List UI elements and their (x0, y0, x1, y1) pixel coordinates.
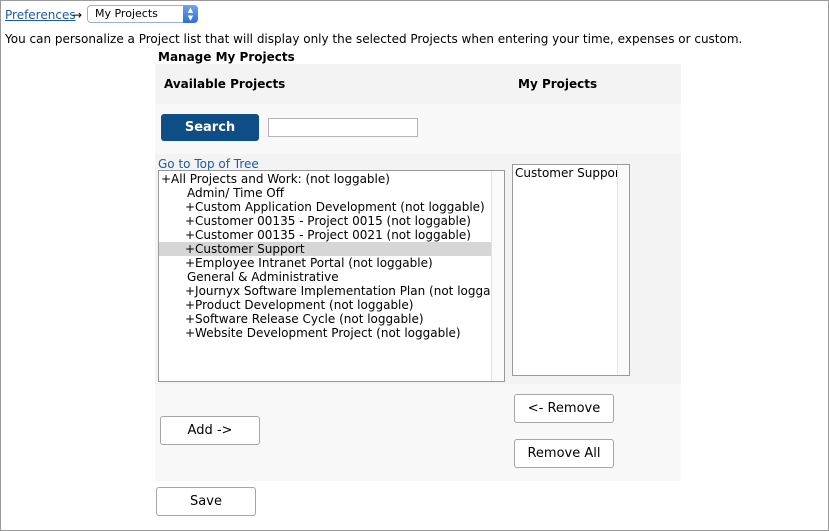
list-item[interactable]: +All Projects and Work: (not loggable) (159, 172, 494, 186)
list-item[interactable]: Customer Support (515, 166, 625, 180)
select-stepper-icon[interactable]: ▲ ▼ (183, 5, 198, 23)
list-item[interactable]: Admin/ Time Off (159, 186, 504, 200)
remove-button[interactable]: <- Remove (514, 394, 614, 423)
my-projects-scrollbar[interactable] (617, 165, 629, 375)
search-input[interactable] (268, 118, 418, 137)
remove-all-button[interactable]: Remove All (514, 439, 614, 468)
breadcrumb-preferences-link[interactable]: Preferences (5, 8, 76, 22)
list-item[interactable]: +Product Development (not loggable) (159, 298, 504, 312)
list-item[interactable]: +Employee Intranet Portal (not loggable) (159, 256, 504, 270)
list-item[interactable]: +Journyx Software Implementation Plan (n… (159, 284, 504, 298)
available-list-scrollbar[interactable] (491, 171, 504, 381)
search-button[interactable]: Search (161, 114, 259, 141)
save-button[interactable]: Save (156, 487, 256, 516)
available-projects-list[interactable]: +All Projects and Work: (not loggable) A… (158, 170, 505, 382)
list-item[interactable]: +Website Development Project (not loggab… (159, 326, 504, 340)
my-projects-header: My Projects (518, 77, 598, 91)
intro-text: You can personalize a Project list that … (5, 32, 743, 46)
go-to-top-of-tree-link[interactable]: Go to Top of Tree (158, 157, 259, 171)
list-item[interactable]: General & Administrative (159, 270, 504, 284)
breadcrumb-arrow: → (72, 8, 83, 22)
available-projects-header: Available Projects (164, 77, 286, 91)
list-item-selected[interactable]: +Customer Support (159, 242, 504, 256)
section-title: Manage My Projects (158, 50, 295, 64)
list-item[interactable]: +Customer 00135 - Project 0021 (not logg… (159, 228, 504, 242)
page-select[interactable]: My Projects ▲ ▼ (87, 5, 198, 23)
list-item[interactable]: +Customer 00135 - Project 0015 (not logg… (159, 214, 504, 228)
my-projects-list[interactable]: Customer Support (512, 164, 630, 376)
page-select-value: My Projects (95, 7, 158, 20)
list-item[interactable]: +Custom Application Development (not log… (159, 200, 504, 214)
list-item[interactable]: +Software Release Cycle (not loggable) (159, 312, 504, 326)
add-button[interactable]: Add -> (160, 416, 260, 445)
